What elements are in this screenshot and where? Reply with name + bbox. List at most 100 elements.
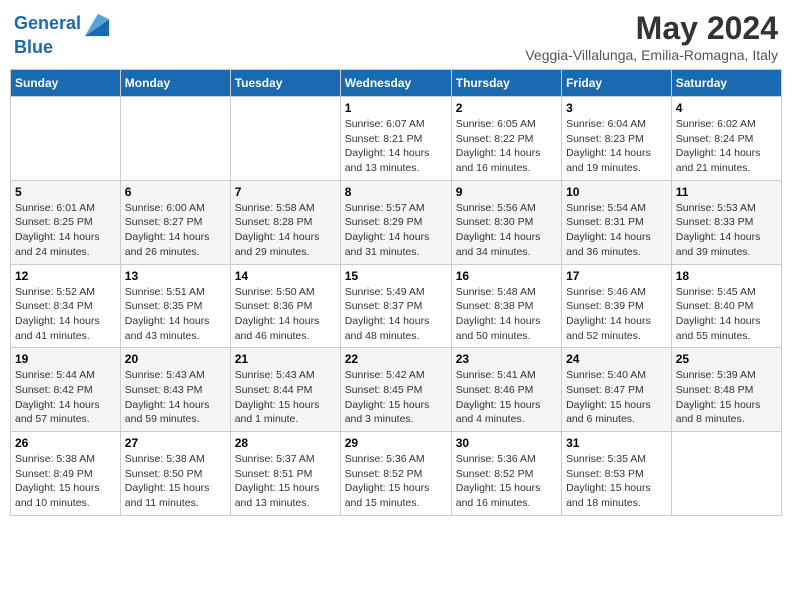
day-info: Sunrise: 5:58 AMSunset: 8:28 PMDaylight:… [235, 201, 336, 260]
day-info: Sunrise: 5:51 AMSunset: 8:35 PMDaylight:… [125, 285, 226, 344]
calendar-cell: 31Sunrise: 5:35 AMSunset: 8:53 PMDayligh… [562, 432, 672, 516]
calendar-cell: 2 Sunrise: 6:05 AMSunset: 8:22 PMDaylight… [451, 97, 561, 181]
weekday-header-tuesday: Tuesday [230, 70, 340, 97]
day-info: Sunrise: 5:40 AMSunset: 8:47 PMDaylight:… [566, 368, 667, 427]
day-number: 8 [345, 185, 447, 199]
calendar-cell [671, 432, 781, 516]
day-number: 9 [456, 185, 557, 199]
calendar-cell: 27 Sunrise: 5:38 AMSunset: 8:50 PMDayligh… [120, 432, 230, 516]
logo-blue: Blue [14, 38, 111, 58]
calendar-cell: 8 Sunrise: 5:57 AMSunset: 8:29 PMDaylight… [340, 180, 451, 264]
day-info: Sunrise: 5:48 AMSunset: 8:38 PMDaylight:… [456, 285, 557, 344]
day-number: 6 [125, 185, 226, 199]
day-info: Sunrise: 6:00 AMSunset: 8:27 PMDaylight:… [125, 201, 226, 260]
day-number: 19 [15, 352, 116, 366]
day-number: 5 [15, 185, 116, 199]
day-info: Sunrise: 5:38 AMSunset: 8:50 PMDaylight:… [125, 452, 226, 511]
calendar-week-1: 1 Sunrise: 6:07 AMSunset: 8:21 PMDaylight… [11, 97, 782, 181]
day-info: Sunrise: 5:54 AMSunset: 8:31 PMDaylight:… [566, 201, 667, 260]
calendar-cell: 9Sunrise: 5:56 AMSunset: 8:30 PMDaylight… [451, 180, 561, 264]
day-info: Sunrise: 5:41 AMSunset: 8:46 PMDaylight:… [456, 368, 557, 427]
logo: General Blue [14, 10, 111, 58]
calendar-cell: 25 Sunrise: 5:39 AMSunset: 8:48 PMDayligh… [671, 348, 781, 432]
day-number: 7 [235, 185, 336, 199]
calendar-cell: 26 Sunrise: 5:38 AMSunset: 8:49 PMDayligh… [11, 432, 121, 516]
calendar-cell: 22Sunrise: 5:42 AMSunset: 8:45 PMDayligh… [340, 348, 451, 432]
day-info: Sunrise: 5:39 AMSunset: 8:48 PMDaylight:… [676, 368, 777, 427]
day-info: Sunrise: 5:43 AMSunset: 8:44 PMDaylight:… [235, 368, 336, 427]
day-number: 13 [125, 269, 226, 283]
day-number: 18 [676, 269, 777, 283]
calendar-cell: 7 Sunrise: 5:58 AMSunset: 8:28 PMDaylight… [230, 180, 340, 264]
day-number: 4 [676, 101, 777, 115]
calendar-cell [120, 97, 230, 181]
day-number: 31 [566, 436, 667, 450]
calendar-cell: 24 Sunrise: 5:40 AMSunset: 8:47 PMDayligh… [562, 348, 672, 432]
logo-text: General [14, 10, 111, 38]
page-header: General Blue May 2024 Veggia-Villalunga,… [10, 10, 782, 63]
day-number: 20 [125, 352, 226, 366]
calendar-cell: 6 Sunrise: 6:00 AMSunset: 8:27 PMDaylight… [120, 180, 230, 264]
day-number: 10 [566, 185, 667, 199]
calendar-week-2: 5 Sunrise: 6:01 AMSunset: 8:25 PMDaylight… [11, 180, 782, 264]
day-info: Sunrise: 5:52 AMSunset: 8:34 PMDaylight:… [15, 285, 116, 344]
day-info: Sunrise: 5:44 AMSunset: 8:42 PMDaylight:… [15, 368, 116, 427]
day-number: 30 [456, 436, 557, 450]
day-number: 16 [456, 269, 557, 283]
day-info: Sunrise: 5:57 AMSunset: 8:29 PMDaylight:… [345, 201, 447, 260]
calendar-cell: 18Sunrise: 5:45 AMSunset: 8:40 PMDayligh… [671, 264, 781, 348]
day-number: 12 [15, 269, 116, 283]
calendar-cell [230, 97, 340, 181]
month-title: May 2024 [525, 10, 778, 47]
day-info: Sunrise: 6:07 AMSunset: 8:21 PMDaylight:… [345, 117, 447, 176]
weekday-header-row: SundayMondayTuesdayWednesdayThursdayFrid… [11, 70, 782, 97]
weekday-header-wednesday: Wednesday [340, 70, 451, 97]
weekday-header-sunday: Sunday [11, 70, 121, 97]
day-number: 26 [15, 436, 116, 450]
calendar-week-4: 19 Sunrise: 5:44 AMSunset: 8:42 PMDayligh… [11, 348, 782, 432]
weekday-header-friday: Friday [562, 70, 672, 97]
day-info: Sunrise: 5:53 AMSunset: 8:33 PMDaylight:… [676, 201, 777, 260]
day-number: 21 [235, 352, 336, 366]
location-subtitle: Veggia-Villalunga, Emilia-Romagna, Italy [525, 47, 778, 63]
weekday-header-monday: Monday [120, 70, 230, 97]
calendar-cell: 30 Sunrise: 5:36 AMSunset: 8:52 PMDayligh… [451, 432, 561, 516]
calendar-table: SundayMondayTuesdayWednesdayThursdayFrid… [10, 69, 782, 516]
day-number: 25 [676, 352, 777, 366]
calendar-cell: 11Sunrise: 5:53 AMSunset: 8:33 PMDayligh… [671, 180, 781, 264]
calendar-week-3: 12 Sunrise: 5:52 AMSunset: 8:34 PMDayligh… [11, 264, 782, 348]
day-number: 2 [456, 101, 557, 115]
day-number: 14 [235, 269, 336, 283]
calendar-week-5: 26 Sunrise: 5:38 AMSunset: 8:49 PMDayligh… [11, 432, 782, 516]
day-info: Sunrise: 5:50 AMSunset: 8:36 PMDaylight:… [235, 285, 336, 344]
day-info: Sunrise: 5:43 AMSunset: 8:43 PMDaylight:… [125, 368, 226, 427]
calendar-cell: 3Sunrise: 6:04 AMSunset: 8:23 PMDaylight… [562, 97, 672, 181]
day-info: Sunrise: 5:38 AMSunset: 8:49 PMDaylight:… [15, 452, 116, 511]
day-info: Sunrise: 5:46 AMSunset: 8:39 PMDaylight:… [566, 285, 667, 344]
day-number: 24 [566, 352, 667, 366]
day-info: Sunrise: 6:05 AMSunset: 8:22 PMDaylight:… [456, 117, 557, 176]
calendar-cell: 12 Sunrise: 5:52 AMSunset: 8:34 PMDayligh… [11, 264, 121, 348]
calendar-cell: 13 Sunrise: 5:51 AMSunset: 8:35 PMDayligh… [120, 264, 230, 348]
day-number: 23 [456, 352, 557, 366]
title-block: May 2024 Veggia-Villalunga, Emilia-Romag… [525, 10, 778, 63]
calendar-cell: 10 Sunrise: 5:54 AMSunset: 8:31 PMDayligh… [562, 180, 672, 264]
day-info: Sunrise: 5:36 AMSunset: 8:52 PMDaylight:… [456, 452, 557, 511]
calendar-cell: 1 Sunrise: 6:07 AMSunset: 8:21 PMDaylight… [340, 97, 451, 181]
calendar-cell: 17 Sunrise: 5:46 AMSunset: 8:39 PMDayligh… [562, 264, 672, 348]
day-info: Sunrise: 6:01 AMSunset: 8:25 PMDaylight:… [15, 201, 116, 260]
day-number: 3 [566, 101, 667, 115]
day-number: 28 [235, 436, 336, 450]
day-info: Sunrise: 5:36 AMSunset: 8:52 PMDaylight:… [345, 452, 447, 511]
day-number: 29 [345, 436, 447, 450]
day-info: Sunrise: 5:42 AMSunset: 8:45 PMDaylight:… [345, 368, 447, 427]
logo-general: General [14, 13, 81, 33]
day-number: 27 [125, 436, 226, 450]
day-number: 1 [345, 101, 447, 115]
day-number: 17 [566, 269, 667, 283]
day-info: Sunrise: 6:02 AMSunset: 8:24 PMDaylight:… [676, 117, 777, 176]
calendar-cell: 28Sunrise: 5:37 AMSunset: 8:51 PMDayligh… [230, 432, 340, 516]
calendar-cell: 15Sunrise: 5:49 AMSunset: 8:37 PMDayligh… [340, 264, 451, 348]
calendar-cell: 5 Sunrise: 6:01 AMSunset: 8:25 PMDaylight… [11, 180, 121, 264]
weekday-header-saturday: Saturday [671, 70, 781, 97]
